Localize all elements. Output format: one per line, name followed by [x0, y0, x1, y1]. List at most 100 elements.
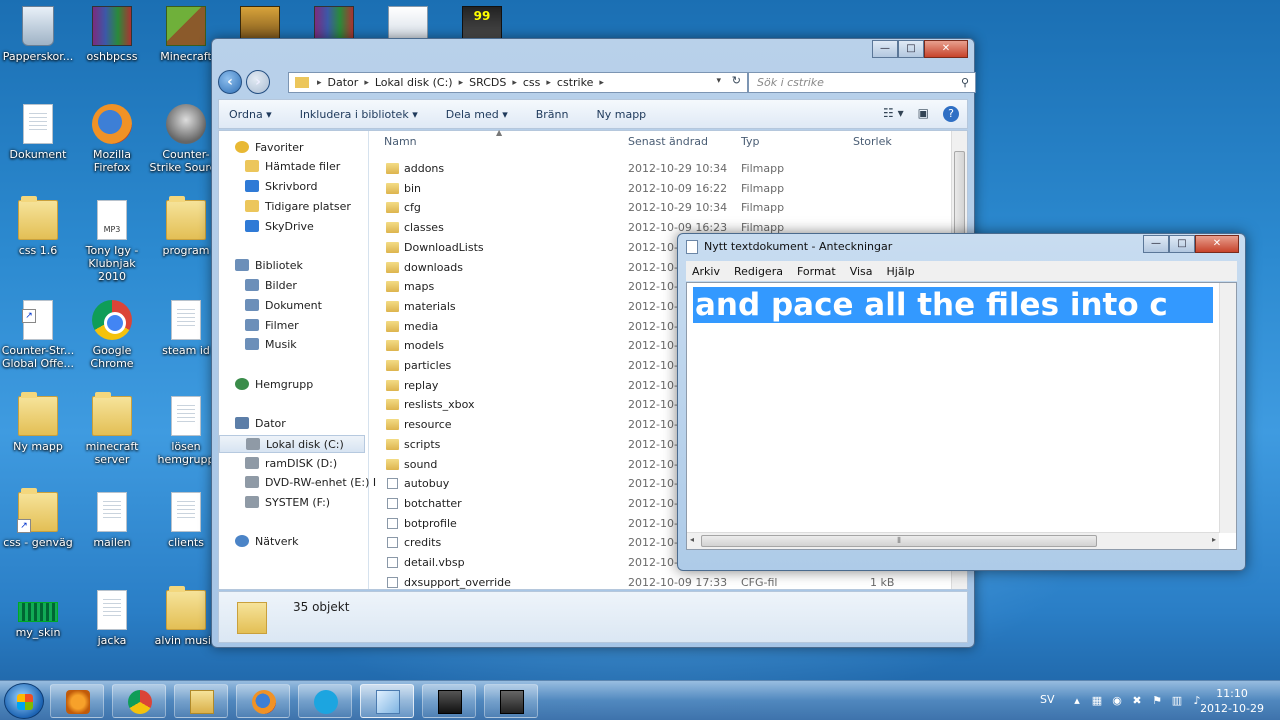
column-size-header[interactable]: Storlek [853, 135, 892, 148]
maximize-button[interactable]: □ [1169, 235, 1195, 253]
breadcrumb-item[interactable]: css [523, 76, 541, 89]
desktop-icon[interactable]: oshbpcss [74, 6, 150, 63]
address-dropdown-icon[interactable]: ▾ [716, 76, 721, 86]
clock[interactable]: 11:10 2012-10-29 [1200, 686, 1264, 716]
file-row[interactable]: dxsupport_override 2012-10-09 17:33 CFG-fi… [370, 573, 951, 592]
taskbar-button-notepad[interactable] [360, 684, 414, 718]
nav-item[interactable]: Hämtade filer [219, 158, 340, 176]
chevron-right-icon[interactable]: ▸ [599, 78, 604, 88]
nav-item[interactable]: Favoriter [219, 139, 303, 157]
nav-item[interactable]: Dator [219, 415, 286, 433]
file-row[interactable]: addons 2012-10-29 10:34 Filmapp [370, 159, 951, 178]
nav-item[interactable]: SYSTEM (F:) [219, 494, 330, 512]
text-editor[interactable]: and pace all the files into c ◂ ⦀ ▸ [686, 282, 1237, 550]
taskbar-button-skype[interactable] [298, 684, 352, 718]
notepad-window[interactable]: Nytt textdokument - Anteckningar — □ ✕ A… [677, 233, 1246, 571]
organize-button[interactable]: Ordna ▾ [229, 108, 272, 121]
share-with-button[interactable]: Dela med ▾ [446, 108, 508, 121]
chevron-right-icon[interactable]: ▸ [317, 78, 322, 88]
desktop-icon[interactable]: Mozilla Firefox [74, 104, 150, 174]
nav-item[interactable]: Skrivbord [219, 178, 317, 196]
desktop-icon[interactable]: Google Chrome [74, 300, 150, 370]
taskbar-button-google-chrome[interactable] [112, 684, 166, 718]
action-center-icon[interactable]: ⚑ [1150, 694, 1164, 708]
breadcrumb-item[interactable]: cstrike [557, 76, 593, 89]
desktop-icon[interactable]: css 1.6 [0, 196, 76, 257]
desktop-icon[interactable]: mailen [74, 492, 150, 549]
minimize-button[interactable]: — [872, 40, 898, 58]
nav-item[interactable]: Tidigare platser [219, 198, 351, 216]
column-date-header[interactable]: Senast ändrad [628, 135, 708, 148]
desktop-icon[interactable]: Counter-Str... Global Offe... [0, 300, 76, 370]
scrollbar-thumb[interactable]: ⦀ [701, 535, 1097, 547]
column-name-header[interactable]: Namn [384, 135, 417, 148]
view-options-icon[interactable]: ☷ ▾ [883, 106, 904, 122]
help-icon[interactable]: ? [943, 106, 959, 122]
desktop-icon[interactable]: Ny mapp [0, 392, 76, 453]
horizontal-scrollbar[interactable]: ◂ ⦀ ▸ [687, 532, 1219, 549]
breadcrumb-item[interactable]: Lokal disk (C:) [375, 76, 453, 89]
steam-tray-icon[interactable]: ◉ [1110, 694, 1124, 708]
taskbar-button-counter-strike-source[interactable] [422, 684, 476, 718]
desktop-icon[interactable]: Dokument [0, 104, 76, 161]
address-bar[interactable]: ▸ Dator ▸ Lokal disk (C:) ▸ SRCDS ▸ css ▸ cstrike… [288, 72, 748, 93]
forward-button[interactable]: › [246, 70, 270, 94]
file-row[interactable]: bin 2012-10-09 16:22 Filmapp [370, 179, 951, 198]
desktop-icon[interactable]: minecraft server [74, 392, 150, 466]
search-input[interactable]: Sök i cstrike ⚲ [748, 72, 976, 93]
desktop-icon[interactable]: my_skin [0, 590, 76, 639]
chevron-right-icon[interactable]: ▸ [512, 78, 517, 88]
search-icon[interactable]: ⚲ [961, 73, 969, 92]
preview-pane-icon[interactable]: ▣ [918, 106, 929, 122]
new-folder-button[interactable]: Ny mapp [597, 108, 647, 121]
desktop-icon[interactable]: Papperskor... [0, 6, 76, 63]
nav-item[interactable]: Nätverk [219, 533, 298, 551]
menu-item[interactable]: Visa [850, 265, 873, 278]
show-hidden-icons-icon[interactable]: ▴ [1070, 694, 1084, 708]
burn-button[interactable]: Bränn [536, 108, 569, 121]
back-button[interactable]: ‹ [218, 70, 242, 94]
taskbar-button-mozilla-firefox[interactable] [236, 684, 290, 718]
nav-item[interactable]: Musik [219, 336, 297, 354]
maximize-button[interactable]: □ [898, 40, 924, 58]
close-button[interactable]: ✕ [924, 40, 968, 58]
taskbar-button-windows-explorer[interactable] [174, 684, 228, 718]
network-icon[interactable]: ▥ [1170, 694, 1184, 708]
taskbar-button-windows-media-player[interactable] [50, 684, 104, 718]
menu-item[interactable]: Arkiv [692, 265, 720, 278]
desktop-icon[interactable]: jacka [74, 590, 150, 647]
nav-item[interactable]: DVD-RW-enhet (E:) I [219, 474, 376, 492]
desktop-icon[interactable]: css - genväg [0, 488, 76, 549]
close-button[interactable]: ✕ [1195, 235, 1239, 253]
vertical-scrollbar[interactable] [1219, 283, 1236, 533]
chevron-right-icon[interactable]: ▸ [459, 78, 464, 88]
breadcrumb-item[interactable]: Dator [328, 76, 359, 89]
nav-item[interactable]: Hemgrupp [219, 376, 313, 394]
nav-item[interactable]: Bibliotek [219, 257, 303, 275]
nav-item[interactable]: Filmer [219, 317, 299, 335]
antivirus-tray-icon[interactable]: ✖ [1130, 694, 1144, 708]
scroll-left-icon[interactable]: ◂ [690, 535, 694, 544]
nav-item[interactable]: SkyDrive [219, 218, 314, 236]
chevron-right-icon[interactable]: ▸ [546, 78, 551, 88]
language-indicator[interactable]: SV [1040, 693, 1055, 706]
minimize-button[interactable]: — [1143, 235, 1169, 253]
chevron-right-icon[interactable]: ▸ [364, 78, 369, 88]
taskbar-button-counter-strike-global-offensive[interactable] [484, 684, 538, 718]
refresh-icon[interactable]: ↻ [732, 74, 741, 87]
menu-item[interactable]: Redigera [734, 265, 783, 278]
scroll-right-icon[interactable]: ▸ [1212, 535, 1216, 544]
menu-item[interactable]: Format [797, 265, 836, 278]
nav-item[interactable]: Lokal disk (C:) [219, 435, 365, 453]
file-row[interactable]: cfg 2012-10-29 10:34 Filmapp [370, 198, 951, 217]
menu-item[interactable]: Hjälp [887, 265, 915, 278]
selected-text[interactable]: and pace all the files into c [693, 287, 1213, 323]
column-type-header[interactable]: Typ [741, 135, 760, 148]
start-button[interactable] [4, 683, 44, 719]
nav-item[interactable]: ramDISK (D:) [219, 455, 337, 473]
breadcrumb-item[interactable]: SRCDS [469, 76, 506, 89]
desktop-icon[interactable]: Tony Igy - Klubnjak 2010 [74, 200, 150, 283]
nav-item[interactable]: Bilder [219, 277, 297, 295]
network-tray-icon[interactable]: ▦ [1090, 694, 1104, 708]
nav-item[interactable]: Dokument [219, 297, 322, 315]
